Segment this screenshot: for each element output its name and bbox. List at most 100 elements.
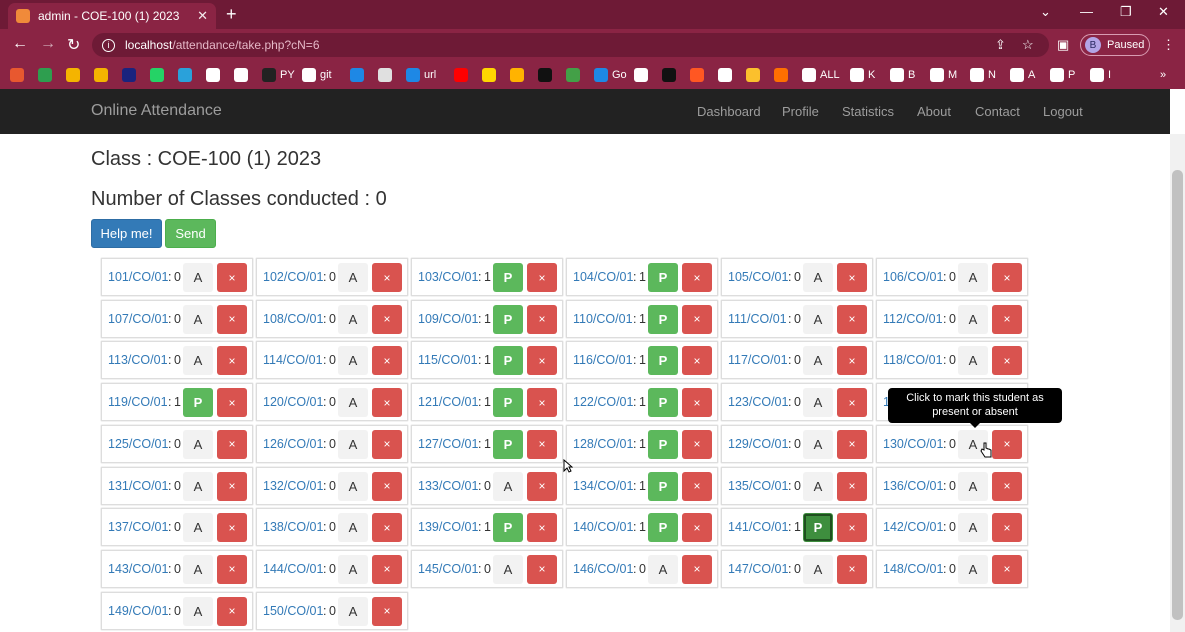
bookmark-item[interactable] <box>66 67 84 83</box>
nav-profile[interactable]: Profile <box>782 104 819 119</box>
toggle-present-absent-button[interactable]: A <box>803 263 833 292</box>
bookmark-item[interactable] <box>10 67 28 83</box>
bookmark-item[interactable]: git <box>302 67 332 83</box>
student-roll-link[interactable]: 132/CO/01 <box>263 479 323 493</box>
student-roll-link[interactable]: 142/CO/01 <box>883 520 943 534</box>
bookmark-item[interactable] <box>378 67 396 83</box>
toggle-present-absent-button[interactable]: A <box>338 346 368 376</box>
student-roll-link[interactable]: 143/CO/01 <box>108 562 168 576</box>
remove-button[interactable]: × <box>837 263 867 292</box>
toggle-present-absent-button[interactable]: A <box>338 471 368 501</box>
remove-button[interactable]: × <box>527 263 557 292</box>
bookmark-item[interactable] <box>206 67 224 83</box>
toggle-present-absent-button[interactable]: A <box>493 471 523 501</box>
student-roll-link[interactable]: 122/CO/01 <box>573 395 633 409</box>
student-roll-link[interactable]: 111/CO/01 <box>728 312 787 326</box>
toggle-present-absent-button[interactable]: A <box>338 263 368 292</box>
close-window-icon[interactable]: ✕ <box>1158 4 1169 20</box>
student-roll-link[interactable]: 103/CO/01 <box>418 270 478 284</box>
student-roll-link[interactable]: 148/CO/01 <box>883 562 943 576</box>
bookmark-item[interactable] <box>718 67 736 83</box>
remove-button[interactable]: × <box>372 513 402 543</box>
bookmark-star-icon[interactable]: ☆ <box>1022 37 1034 53</box>
remove-button[interactable]: × <box>372 304 402 334</box>
side-panel-icon[interactable]: ▣ <box>1057 37 1069 53</box>
toggle-present-absent-button[interactable]: A <box>803 554 833 584</box>
toggle-present-absent-button[interactable]: A <box>183 596 213 626</box>
toggle-present-absent-button[interactable]: P <box>183 388 213 418</box>
remove-button[interactable]: × <box>992 263 1022 292</box>
toggle-present-absent-button[interactable]: A <box>183 263 213 292</box>
student-roll-link[interactable]: 112/CO/01 <box>883 312 943 326</box>
toggle-present-absent-button[interactable]: A <box>183 346 213 376</box>
toggle-present-absent-button[interactable]: A <box>958 554 988 584</box>
student-roll-link[interactable]: 101/CO/01 <box>108 270 168 284</box>
send-button[interactable]: Send <box>165 219 216 248</box>
profile-button[interactable]: B Paused <box>1080 34 1150 56</box>
nav-about[interactable]: About <box>917 104 951 119</box>
remove-button[interactable]: × <box>217 304 247 334</box>
bookmark-item[interactable]: ALL <box>802 67 840 83</box>
student-roll-link[interactable]: 125/CO/01 <box>108 437 168 451</box>
bookmark-item[interactable] <box>510 67 528 83</box>
site-info-icon[interactable]: i <box>102 38 115 52</box>
student-roll-link[interactable]: 106/CO/01 <box>883 270 943 284</box>
toggle-present-absent-button[interactable]: P <box>648 346 678 376</box>
remove-button[interactable]: × <box>992 304 1022 334</box>
bookmark-item[interactable] <box>690 67 708 83</box>
toggle-present-absent-button[interactable]: P <box>493 429 523 459</box>
student-roll-link[interactable]: 147/CO/01 <box>728 562 788 576</box>
remove-button[interactable]: × <box>527 554 557 584</box>
student-roll-link[interactable]: 149/CO/01 <box>108 604 168 618</box>
toggle-present-absent-button[interactable]: A <box>338 429 368 459</box>
bookmark-item[interactable] <box>538 67 556 83</box>
toggle-present-absent-button[interactable]: A <box>803 471 833 501</box>
remove-button[interactable]: × <box>682 263 712 292</box>
bookmark-item[interactable]: N <box>970 67 996 83</box>
nav-logout[interactable]: Logout <box>1043 104 1083 119</box>
student-roll-link[interactable]: 116/CO/01 <box>573 353 633 367</box>
remove-button[interactable]: × <box>992 346 1022 376</box>
student-roll-link[interactable]: 115/CO/01 <box>418 353 478 367</box>
student-roll-link[interactable]: 102/CO/01 <box>263 270 323 284</box>
student-roll-link[interactable]: 141/CO/01 <box>728 520 788 534</box>
bookmark-item[interactable]: A <box>1010 67 1035 83</box>
reload-icon[interactable]: ↻ <box>67 35 80 55</box>
close-tab-icon[interactable]: ✕ <box>197 8 208 24</box>
share-icon[interactable]: ⇪ <box>995 37 1006 53</box>
new-tab-icon[interactable]: + <box>226 4 237 25</box>
remove-button[interactable]: × <box>837 429 867 459</box>
toggle-present-absent-button[interactable]: A <box>648 554 678 584</box>
remove-button[interactable]: × <box>372 429 402 459</box>
student-roll-link[interactable]: 107/CO/01 <box>108 312 168 326</box>
toggle-present-absent-button[interactable]: P <box>493 346 523 376</box>
browser-tab[interactable]: admin - COE-100 (1) 2023 ✕ <box>8 3 216 29</box>
nav-contact[interactable]: Contact <box>975 104 1020 119</box>
remove-button[interactable]: × <box>527 388 557 418</box>
toggle-present-absent-button[interactable]: P <box>493 388 523 418</box>
toggle-present-absent-button[interactable]: A <box>803 388 833 418</box>
toggle-present-absent-button[interactable]: A <box>183 513 213 543</box>
toggle-present-absent-button[interactable]: A <box>803 429 833 459</box>
remove-button[interactable]: × <box>682 513 712 543</box>
address-bar[interactable]: i localhost/attendance/take.php?cN=6 <box>92 33 1049 57</box>
remove-button[interactable]: × <box>372 554 402 584</box>
remove-button[interactable]: × <box>682 304 712 334</box>
bookmark-item[interactable]: Go <box>594 67 627 83</box>
bookmark-item[interactable] <box>94 67 112 83</box>
toggle-present-absent-button[interactable]: P <box>648 304 678 334</box>
student-roll-link[interactable]: 117/CO/01 <box>728 353 788 367</box>
toggle-present-absent-button[interactable]: A <box>803 304 833 334</box>
student-roll-link[interactable]: 118/CO/01 <box>883 353 943 367</box>
bookmark-item[interactable] <box>482 67 500 83</box>
bookmark-item[interactable]: I <box>1090 67 1111 83</box>
remove-button[interactable]: × <box>837 388 867 418</box>
remove-button[interactable]: × <box>372 346 402 376</box>
remove-button[interactable]: × <box>372 596 402 626</box>
remove-button[interactable]: × <box>372 263 402 292</box>
remove-button[interactable]: × <box>527 513 557 543</box>
student-roll-link[interactable]: 108/CO/01 <box>263 312 323 326</box>
bookmark-item[interactable] <box>774 67 792 83</box>
remove-button[interactable]: × <box>527 429 557 459</box>
remove-button[interactable]: × <box>682 346 712 376</box>
